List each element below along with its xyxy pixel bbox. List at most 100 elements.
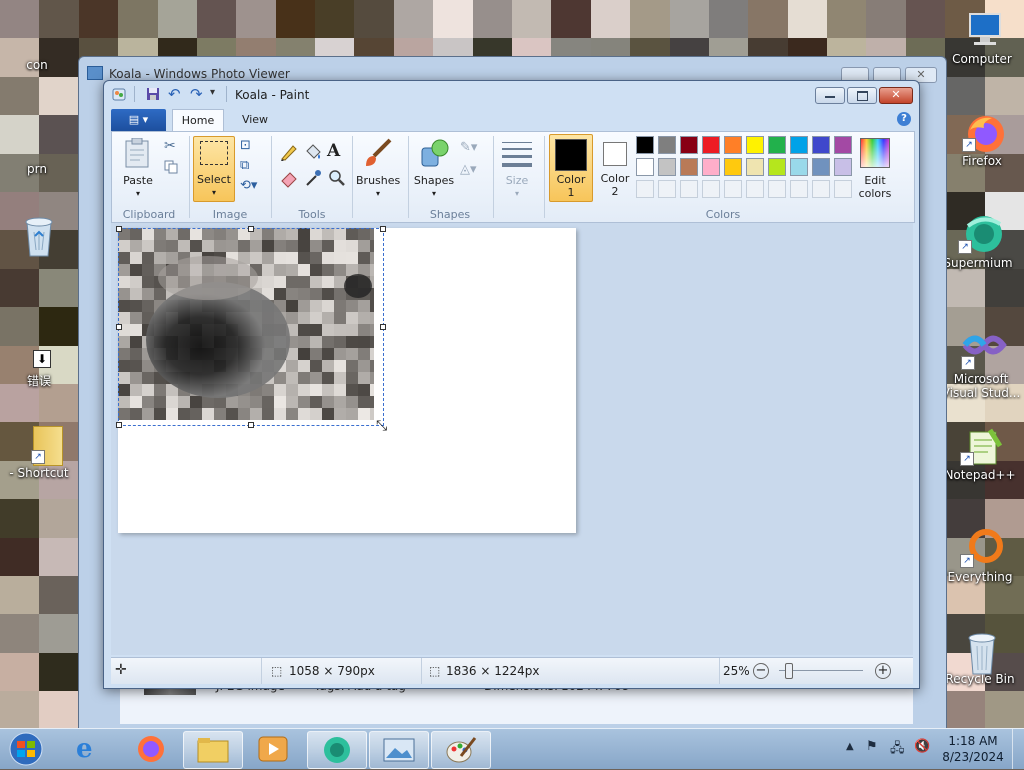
desktop-icon-computer[interactable]: Computer	[940, 10, 1024, 67]
restore-button[interactable]	[847, 87, 877, 104]
magnifier-icon[interactable]	[327, 168, 347, 188]
selection-handle[interactable]	[248, 226, 254, 232]
pencil-icon[interactable]	[279, 142, 299, 162]
paint-title-bar[interactable]: ↶ ↷ ▾ Koala - Paint ✕	[104, 81, 919, 109]
fill-bucket-icon[interactable]	[303, 142, 323, 162]
customize-quick-access-icon[interactable]: ▾	[210, 87, 215, 98]
palette-swatch[interactable]	[790, 136, 808, 154]
selection-handle[interactable]	[248, 422, 254, 428]
palette-swatch[interactable]	[746, 136, 764, 154]
clock[interactable]: 1:18 AM 8/23/2024	[938, 733, 1008, 765]
size-label: Size	[505, 174, 529, 187]
palette-swatch[interactable]	[768, 136, 786, 154]
palette-swatch[interactable]	[724, 158, 742, 176]
copy-icon[interactable]	[164, 160, 178, 174]
eraser-icon[interactable]	[279, 168, 299, 188]
taskbar-windows-explorer[interactable]	[183, 731, 243, 769]
palette-swatch[interactable]	[812, 136, 830, 154]
palette-swatch[interactable]	[680, 136, 698, 154]
close-button[interactable]: ✕	[879, 87, 913, 104]
color1-button[interactable]: Color 1	[549, 134, 593, 202]
palette-swatch[interactable]	[636, 136, 654, 154]
edit-colors-button[interactable]: Edit colors	[850, 136, 900, 200]
action-center-flag-icon[interactable]: ⚑	[866, 739, 878, 754]
desktop-icon-error[interactable]: ⬇ 错误	[2, 350, 76, 389]
color2-button[interactable]: Color 2	[594, 134, 636, 200]
rotate-icon[interactable]: ⟲▾	[240, 178, 257, 193]
help-icon[interactable]: ?	[897, 112, 911, 126]
desktop-icon-visual-studio[interactable]: ↗ Microsoft Visual Stud...	[938, 330, 1024, 400]
desktop-icon-notepadpp[interactable]: ↗ Notepad++	[938, 426, 1022, 483]
text-icon[interactable]: A	[327, 141, 347, 161]
palette-swatch[interactable]	[790, 158, 808, 176]
desktop-icon-con[interactable]: con	[0, 58, 74, 73]
palette-swatch-empty[interactable]	[636, 180, 654, 198]
palette-swatch-empty[interactable]	[702, 180, 720, 198]
brushes-button[interactable]: Brushes ▾	[356, 136, 400, 200]
shapes-button[interactable]: Shapes ▾	[412, 136, 456, 200]
show-hidden-icons-button[interactable]: ▲	[846, 741, 854, 752]
zoom-in-button[interactable]: +	[875, 663, 891, 679]
application-menu-button[interactable]: ▤ ▾	[111, 109, 166, 131]
save-icon[interactable]	[146, 87, 160, 101]
desktop-icon-recycle-bin[interactable]: Recycle Bin	[938, 630, 1022, 687]
palette-swatch[interactable]	[680, 158, 698, 176]
show-desktop-button[interactable]	[1012, 729, 1024, 769]
palette-swatch-empty[interactable]	[768, 180, 786, 198]
palette-swatch[interactable]	[812, 158, 830, 176]
redo-icon[interactable]: ↷	[190, 85, 203, 103]
network-icon[interactable]: 🖧	[890, 739, 905, 761]
selection-handle[interactable]	[380, 226, 386, 232]
palette-swatch-empty[interactable]	[746, 180, 764, 198]
taskbar-internet-explorer[interactable]: e	[62, 731, 120, 767]
canvas-area[interactable]: ⤡	[111, 223, 913, 655]
undo-icon[interactable]: ↶	[168, 85, 181, 103]
crop-icon[interactable]: ⊡	[240, 138, 251, 153]
desktop-icon-shortcut[interactable]: ↗ - Shortcut	[2, 424, 76, 481]
palette-swatch-empty[interactable]	[790, 180, 808, 198]
selection-handle[interactable]	[116, 422, 122, 428]
canvas[interactable]: ⤡	[116, 226, 576, 533]
palette-swatch-empty[interactable]	[658, 180, 676, 198]
paint-window[interactable]: ↶ ↷ ▾ Koala - Paint ✕ ▤ ▾ Home View ? Pa…	[103, 80, 920, 689]
zoom-out-button[interactable]: −	[753, 663, 769, 679]
palette-swatch[interactable]	[768, 158, 786, 176]
zoom-slider-thumb[interactable]	[785, 663, 793, 679]
resize-icon[interactable]: ⧉	[240, 158, 249, 173]
taskbar-media-player[interactable]	[244, 731, 302, 767]
taskbar-firefox[interactable]	[122, 731, 180, 767]
palette-swatch[interactable]	[658, 136, 676, 154]
selection-handle[interactable]	[116, 226, 122, 232]
tab-view[interactable]: View	[230, 109, 280, 131]
color-picker-icon[interactable]	[303, 168, 323, 188]
selection-handle[interactable]	[116, 324, 122, 330]
edit-colors-label-line2: colors	[858, 187, 892, 200]
selection-handle[interactable]	[380, 324, 386, 330]
palette-swatch-empty[interactable]	[680, 180, 698, 198]
volume-muted-icon[interactable]: 🔇	[914, 739, 930, 754]
palette-swatch[interactable]	[702, 158, 720, 176]
taskbar-paint[interactable]	[431, 731, 491, 769]
selection-outline[interactable]	[118, 228, 384, 426]
cut-icon[interactable]: ✂	[164, 138, 176, 154]
desktop-icon-everything[interactable]: ↗ Everything	[938, 528, 1022, 585]
clipboard-group-label: Clipboard	[122, 208, 176, 221]
palette-swatch[interactable]	[746, 158, 764, 176]
minimize-button[interactable]	[815, 87, 845, 104]
palette-swatch[interactable]	[724, 136, 742, 154]
select-button[interactable]: Select ▾	[193, 136, 235, 202]
palette-swatch[interactable]	[636, 158, 654, 176]
desktop-icon-prn[interactable]: prn	[0, 162, 74, 177]
tab-home[interactable]: Home	[172, 109, 224, 132]
taskbar-photo-viewer[interactable]	[369, 731, 429, 769]
taskbar-supermium[interactable]	[307, 731, 367, 769]
palette-swatch-empty[interactable]	[812, 180, 830, 198]
palette-swatch-empty[interactable]	[724, 180, 742, 198]
desktop-icon-recycle-small[interactable]	[2, 212, 76, 257]
palette-swatch[interactable]	[658, 158, 676, 176]
paste-button[interactable]: Paste ▾	[118, 136, 158, 200]
desktop-icon-firefox[interactable]: ↗ Firefox	[940, 112, 1024, 169]
palette-swatch[interactable]	[702, 136, 720, 154]
start-button[interactable]	[6, 731, 46, 767]
desktop-icon-supermium[interactable]: ↗ Supermium	[936, 214, 1020, 271]
